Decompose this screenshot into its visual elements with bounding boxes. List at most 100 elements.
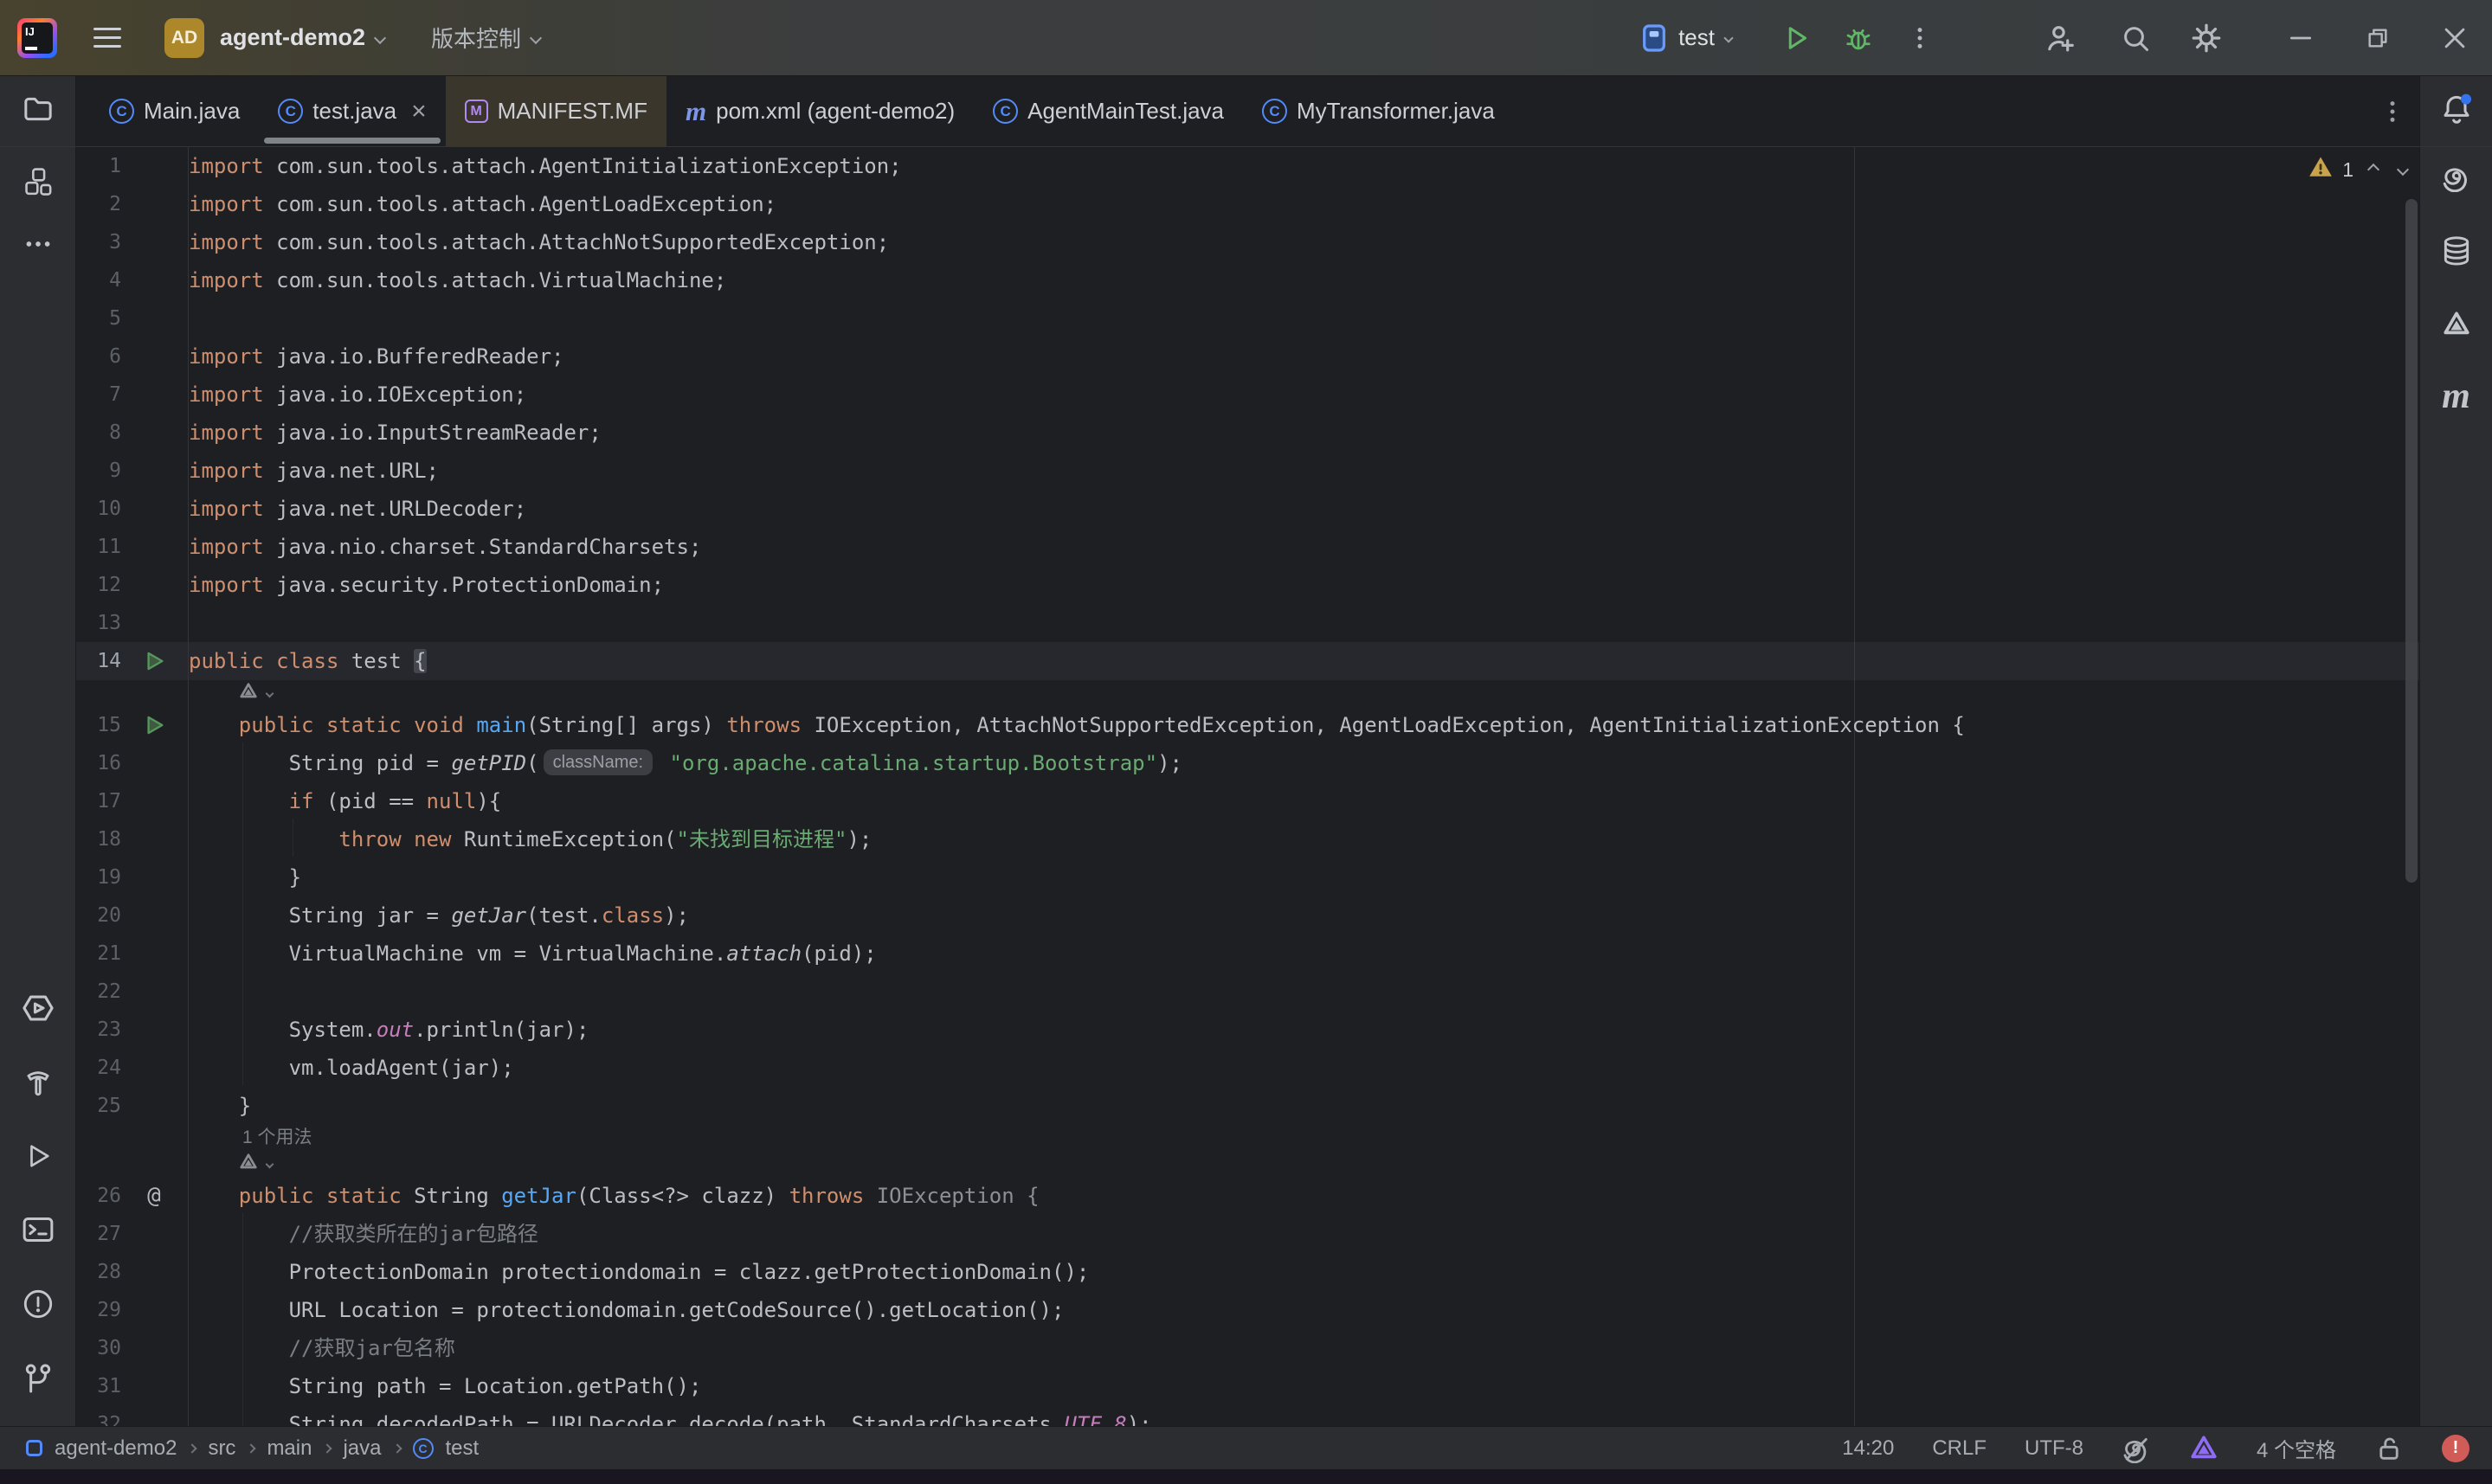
- code-line[interactable]: 27 //获取类所在的jar包路径: [76, 1215, 2419, 1253]
- breadcrumb-item[interactable]: main: [267, 1436, 312, 1461]
- code-line[interactable]: 11import java.nio.charset.StandardCharse…: [76, 528, 2419, 566]
- code-line[interactable]: 14public class test {: [76, 642, 2419, 680]
- code-line[interactable]: 10import java.net.URLDecoder;: [76, 490, 2419, 528]
- maven-tool-button[interactable]: m: [2442, 378, 2470, 414]
- lock-icon[interactable]: [2374, 1434, 2404, 1463]
- more-actions-button[interactable]: [1907, 25, 1933, 51]
- code-line[interactable]: 25 }: [76, 1087, 2419, 1125]
- code-line[interactable]: 15 public static void main(String[] args…: [76, 706, 2419, 744]
- code-line[interactable]: 1import com.sun.tools.attach.AgentInitia…: [76, 147, 2419, 185]
- git-tool-button[interactable]: [21, 1361, 55, 1400]
- build-tool-button[interactable]: [22, 1067, 55, 1104]
- vcs-menu[interactable]: 版本控制: [431, 22, 521, 54]
- ai-plugin-tool-button[interactable]: [2442, 310, 2471, 344]
- chevron-down-icon: [266, 1160, 274, 1168]
- ai-plugin-status-icon[interactable]: [2189, 1434, 2218, 1463]
- tab-test-java[interactable]: Ctest.java×: [259, 76, 445, 146]
- code-line[interactable]: 7import java.io.IOException;: [76, 376, 2419, 414]
- usages-hint[interactable]: 1 个用法: [189, 1125, 312, 1151]
- code-line[interactable]: 24 vm.loadAgent(jar);: [76, 1049, 2419, 1087]
- search-everywhere-button[interactable]: [2120, 22, 2151, 54]
- caret-position-widget[interactable]: 14:20: [1842, 1436, 1894, 1461]
- code-line[interactable]: 23 System.out.println(jar);: [76, 1011, 2419, 1049]
- chevron-up-icon[interactable]: [2367, 164, 2379, 176]
- code-line[interactable]: 2import com.sun.tools.attach.AgentLoadEx…: [76, 185, 2419, 223]
- code-line[interactable]: 12import java.security.ProtectionDomain;: [76, 566, 2419, 604]
- ai-assistant-tool-button[interactable]: [2441, 161, 2472, 196]
- chevron-down-icon[interactable]: [2397, 164, 2409, 176]
- class-icon: C: [993, 99, 1018, 124]
- tab-manifest-mf[interactable]: MMANIFEST.MF: [446, 76, 666, 146]
- parameter-hint[interactable]: className:: [544, 749, 653, 775]
- structure-tool-button[interactable]: [23, 166, 53, 200]
- code-line[interactable]: 18 throw new RuntimeException("未找到目标进程")…: [76, 820, 2419, 858]
- breadcrumb-item[interactable]: test: [446, 1436, 480, 1461]
- inspections-widget[interactable]: 1: [2308, 154, 2407, 185]
- gutter: 25: [76, 1087, 189, 1125]
- code-editor[interactable]: 1import com.sun.tools.attach.AgentInitia…: [76, 147, 2419, 1426]
- breadcrumb-item[interactable]: java: [343, 1436, 381, 1461]
- run-line-button[interactable]: [142, 713, 166, 737]
- tab-pom-xml-agent-demo2-[interactable]: mpom.xml (agent-demo2): [666, 76, 974, 146]
- terminal-tool-button[interactable]: [21, 1212, 55, 1251]
- project-tool-window-button[interactable]: [0, 76, 76, 146]
- main-menu-button[interactable]: [88, 22, 126, 53]
- code-line[interactable]: 31 String path = Location.getPath();: [76, 1367, 2419, 1405]
- project-avatar[interactable]: AD: [164, 18, 204, 58]
- tab-main-java[interactable]: CMain.java: [90, 76, 259, 146]
- more-tools-button[interactable]: [23, 229, 53, 263]
- breadcrumb-item[interactable]: src: [208, 1436, 235, 1461]
- code-line[interactable]: 21 VirtualMachine vm = VirtualMachine.at…: [76, 935, 2419, 973]
- warning-count: 1: [2342, 158, 2354, 182]
- run-line-button[interactable]: [142, 649, 166, 673]
- editor-scrollbar[interactable]: [2405, 199, 2418, 883]
- code-line[interactable]: 6import java.io.BufferedReader;: [76, 337, 2419, 376]
- project-name[interactable]: agent-demo2: [220, 24, 365, 51]
- problems-tool-button[interactable]: [22, 1288, 55, 1325]
- notifications-button[interactable]: [2419, 76, 2492, 146]
- tab-options-button[interactable]: [2379, 76, 2405, 146]
- code-line[interactable]: 13: [76, 604, 2419, 642]
- error-notification-badge[interactable]: !: [2442, 1435, 2469, 1462]
- restore-button[interactable]: [2364, 24, 2392, 52]
- code-line[interactable]: 17 if (pid == null){: [76, 782, 2419, 820]
- chevron-down-icon[interactable]: [374, 31, 386, 43]
- encoding-widget[interactable]: UTF-8: [2025, 1436, 2083, 1461]
- code-line[interactable]: 16 String pid = getPID(className: "org.a…: [76, 744, 2419, 782]
- tab-agentmaintest-java[interactable]: CAgentMainTest.java: [974, 76, 1243, 146]
- tab-mytransformer-java[interactable]: CMyTransformer.java: [1243, 76, 1514, 146]
- code-with-me-button[interactable]: [2044, 22, 2077, 55]
- code-line[interactable]: 32 String decodedPath = URLDecoder.decod…: [76, 1405, 2419, 1426]
- code-text[interactable]: [189, 680, 273, 706]
- database-tool-button[interactable]: [2440, 234, 2473, 272]
- code-line[interactable]: 8import java.io.InputStreamReader;: [76, 414, 2419, 452]
- chevron-down-icon[interactable]: [530, 31, 542, 43]
- code-line[interactable]: 3import com.sun.tools.attach.AttachNotSu…: [76, 223, 2419, 261]
- ai-assistant-status-icon[interactable]: [2122, 1434, 2151, 1463]
- code-line[interactable]: 5: [76, 299, 2419, 337]
- code-line[interactable]: 30 //获取jar包名称: [76, 1329, 2419, 1367]
- breadcrumb-item[interactable]: agent-demo2: [55, 1436, 177, 1461]
- run-configuration-selector[interactable]: test: [1640, 22, 1732, 54]
- code-line[interactable]: 28 ProtectionDomain protectiondomain = c…: [76, 1253, 2419, 1291]
- line-separator-widget[interactable]: CRLF: [1932, 1436, 1987, 1461]
- settings-button[interactable]: [2191, 22, 2222, 54]
- code-text[interactable]: [189, 1151, 273, 1177]
- close-tab-icon[interactable]: ×: [411, 99, 427, 125]
- services-tool-button[interactable]: [20, 990, 56, 1031]
- indent-widget[interactable]: 4 个空格: [2257, 1433, 2336, 1463]
- debug-button[interactable]: [1843, 22, 1874, 54]
- code-line[interactable]: 4import com.sun.tools.attach.VirtualMach…: [76, 261, 2419, 299]
- code-line[interactable]: 19 }: [76, 858, 2419, 896]
- run-tool-button[interactable]: [23, 1140, 54, 1176]
- code-text: String decodedPath = URLDecoder.decode(p…: [189, 1405, 2419, 1426]
- code-line[interactable]: 29 URL Location = protectiondomain.getCo…: [76, 1291, 2419, 1329]
- code-line[interactable]: 26@ public static String getJar(Class<?>…: [76, 1177, 2419, 1215]
- code-line[interactable]: 22: [76, 973, 2419, 1011]
- minimize-button[interactable]: [2286, 23, 2315, 53]
- close-button[interactable]: [2440, 23, 2469, 53]
- code-line[interactable]: 20 String jar = getJar(test.class);: [76, 896, 2419, 935]
- class-icon: C: [278, 99, 303, 124]
- run-button[interactable]: [1780, 22, 1812, 54]
- code-line[interactable]: 9import java.net.URL;: [76, 452, 2419, 490]
